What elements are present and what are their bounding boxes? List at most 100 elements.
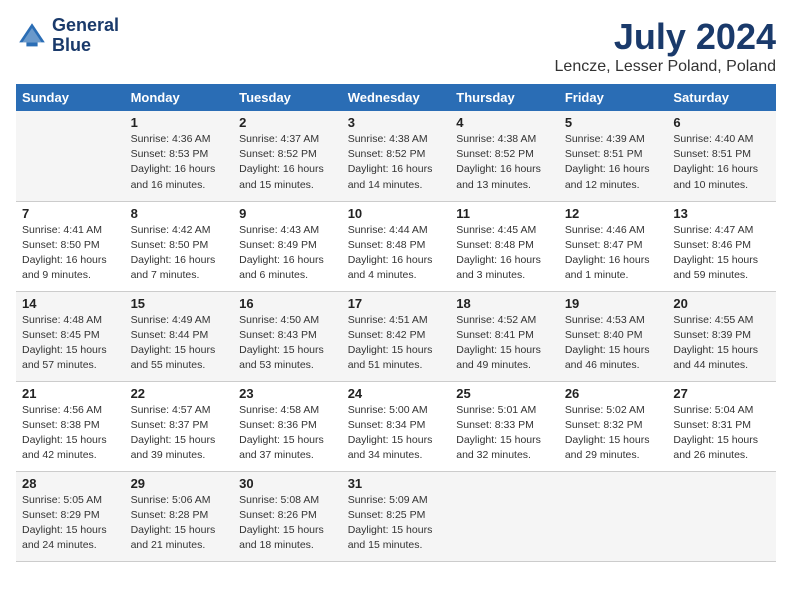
page-header: General Blue July 2024 Lencze, Lesser Po… <box>16 16 776 76</box>
day-info: Sunrise: 5:08 AMSunset: 8:26 PMDaylight:… <box>239 493 336 554</box>
calendar-cell <box>450 471 559 561</box>
day-info: Sunrise: 4:49 AMSunset: 8:44 PMDaylight:… <box>131 313 228 374</box>
calendar-cell: 11 Sunrise: 4:45 AMSunset: 8:48 PMDayligh… <box>450 201 559 291</box>
day-info: Sunrise: 5:04 AMSunset: 8:31 PMDaylight:… <box>673 403 770 464</box>
calendar-cell: 9 Sunrise: 4:43 AMSunset: 8:49 PMDaylight… <box>233 201 342 291</box>
day-number: 24 <box>348 386 445 401</box>
day-number: 8 <box>131 206 228 221</box>
day-number: 27 <box>673 386 770 401</box>
calendar-cell: 12 Sunrise: 4:46 AMSunset: 8:47 PMDayligh… <box>559 201 668 291</box>
day-info: Sunrise: 4:46 AMSunset: 8:47 PMDaylight:… <box>565 223 662 284</box>
day-number: 26 <box>565 386 662 401</box>
calendar-cell: 15 Sunrise: 4:49 AMSunset: 8:44 PMDayligh… <box>125 291 234 381</box>
week-row-3: 14Sunrise: 4:48 AMSunset: 8:45 PMDayligh… <box>16 291 776 381</box>
day-info: Sunrise: 5:05 AMSunset: 8:29 PMDaylight:… <box>22 493 119 554</box>
day-number: 28 <box>22 476 119 491</box>
day-number: 16 <box>239 296 336 311</box>
calendar-cell: 19 Sunrise: 4:53 AMSunset: 8:40 PMDayligh… <box>559 291 668 381</box>
col-wednesday: Wednesday <box>342 84 451 111</box>
day-number: 9 <box>239 206 336 221</box>
day-info: Sunrise: 4:41 AMSunset: 8:50 PMDaylight:… <box>22 223 119 284</box>
logo-text: General Blue <box>52 16 119 56</box>
calendar-cell <box>16 111 125 201</box>
day-info: Sunrise: 4:45 AMSunset: 8:48 PMDaylight:… <box>456 223 553 284</box>
calendar-cell: 30 Sunrise: 5:08 AMSunset: 8:26 PMDayligh… <box>233 471 342 561</box>
week-row-4: 21Sunrise: 4:56 AMSunset: 8:38 PMDayligh… <box>16 381 776 471</box>
day-info: Sunrise: 4:44 AMSunset: 8:48 PMDaylight:… <box>348 223 445 284</box>
day-number: 31 <box>348 476 445 491</box>
day-info: Sunrise: 4:50 AMSunset: 8:43 PMDaylight:… <box>239 313 336 374</box>
day-number: 20 <box>673 296 770 311</box>
day-number: 22 <box>131 386 228 401</box>
day-info: Sunrise: 5:02 AMSunset: 8:32 PMDaylight:… <box>565 403 662 464</box>
day-number: 12 <box>565 206 662 221</box>
day-number: 1 <box>131 115 228 130</box>
calendar-cell: 17Sunrise: 4:51 AMSunset: 8:42 PMDayligh… <box>342 291 451 381</box>
calendar-cell: 8 Sunrise: 4:42 AMSunset: 8:50 PMDaylight… <box>125 201 234 291</box>
day-info: Sunrise: 5:01 AMSunset: 8:33 PMDaylight:… <box>456 403 553 464</box>
day-number: 3 <box>348 115 445 130</box>
calendar-cell: 26 Sunrise: 5:02 AMSunset: 8:32 PMDayligh… <box>559 381 668 471</box>
day-info: Sunrise: 4:58 AMSunset: 8:36 PMDaylight:… <box>239 403 336 464</box>
calendar-cell: 27 Sunrise: 5:04 AMSunset: 8:31 PMDayligh… <box>667 381 776 471</box>
day-number: 5 <box>565 115 662 130</box>
day-info: Sunrise: 4:51 AMSunset: 8:42 PMDaylight:… <box>348 313 445 374</box>
calendar-cell: 6 Sunrise: 4:40 AMSunset: 8:51 PMDaylight… <box>667 111 776 201</box>
calendar-cell: 22 Sunrise: 4:57 AMSunset: 8:37 PMDayligh… <box>125 381 234 471</box>
calendar-cell: 24 Sunrise: 5:00 AMSunset: 8:34 PMDayligh… <box>342 381 451 471</box>
calendar-cell: 4 Sunrise: 4:38 AMSunset: 8:52 PMDaylight… <box>450 111 559 201</box>
calendar-cell: 10Sunrise: 4:44 AMSunset: 8:48 PMDayligh… <box>342 201 451 291</box>
day-number: 19 <box>565 296 662 311</box>
day-info: Sunrise: 4:48 AMSunset: 8:45 PMDaylight:… <box>22 313 119 374</box>
day-number: 13 <box>673 206 770 221</box>
week-row-5: 28 Sunrise: 5:05 AMSunset: 8:29 PMDayligh… <box>16 471 776 561</box>
day-info: Sunrise: 4:53 AMSunset: 8:40 PMDaylight:… <box>565 313 662 374</box>
col-friday: Friday <box>559 84 668 111</box>
header-row: Sunday Monday Tuesday Wednesday Thursday… <box>16 84 776 111</box>
calendar-cell: 18Sunrise: 4:52 AMSunset: 8:41 PMDayligh… <box>450 291 559 381</box>
logo-icon <box>16 20 48 52</box>
calendar-cell: 23Sunrise: 4:58 AMSunset: 8:36 PMDayligh… <box>233 381 342 471</box>
month-title: July 2024 <box>555 16 776 58</box>
day-info: Sunrise: 4:55 AMSunset: 8:39 PMDaylight:… <box>673 313 770 374</box>
day-number: 29 <box>131 476 228 491</box>
day-info: Sunrise: 4:56 AMSunset: 8:38 PMDaylight:… <box>22 403 119 464</box>
logo-line2: Blue <box>52 36 119 56</box>
calendar-cell: 28 Sunrise: 5:05 AMSunset: 8:29 PMDayligh… <box>16 471 125 561</box>
day-info: Sunrise: 4:37 AMSunset: 8:52 PMDaylight:… <box>239 132 336 193</box>
col-thursday: Thursday <box>450 84 559 111</box>
calendar-cell: 13 Sunrise: 4:47 AMSunset: 8:46 PMDayligh… <box>667 201 776 291</box>
calendar-cell: 16 Sunrise: 4:50 AMSunset: 8:43 PMDayligh… <box>233 291 342 381</box>
day-number: 6 <box>673 115 770 130</box>
day-number: 18 <box>456 296 553 311</box>
day-number: 11 <box>456 206 553 221</box>
calendar-cell <box>667 471 776 561</box>
day-info: Sunrise: 4:57 AMSunset: 8:37 PMDaylight:… <box>131 403 228 464</box>
day-number: 7 <box>22 206 119 221</box>
day-info: Sunrise: 4:43 AMSunset: 8:49 PMDaylight:… <box>239 223 336 284</box>
day-info: Sunrise: 5:06 AMSunset: 8:28 PMDaylight:… <box>131 493 228 554</box>
day-info: Sunrise: 4:40 AMSunset: 8:51 PMDaylight:… <box>673 132 770 193</box>
calendar-cell: 14Sunrise: 4:48 AMSunset: 8:45 PMDayligh… <box>16 291 125 381</box>
day-info: Sunrise: 4:38 AMSunset: 8:52 PMDaylight:… <box>456 132 553 193</box>
day-info: Sunrise: 4:42 AMSunset: 8:50 PMDaylight:… <box>131 223 228 284</box>
day-number: 25 <box>456 386 553 401</box>
day-info: Sunrise: 5:00 AMSunset: 8:34 PMDaylight:… <box>348 403 445 464</box>
calendar-cell: 2 Sunrise: 4:37 AMSunset: 8:52 PMDaylight… <box>233 111 342 201</box>
day-number: 2 <box>239 115 336 130</box>
day-number: 4 <box>456 115 553 130</box>
week-row-2: 7 Sunrise: 4:41 AMSunset: 8:50 PMDaylight… <box>16 201 776 291</box>
day-info: Sunrise: 4:38 AMSunset: 8:52 PMDaylight:… <box>348 132 445 193</box>
logo: General Blue <box>16 16 119 56</box>
day-number: 30 <box>239 476 336 491</box>
week-row-1: 1 Sunrise: 4:36 AMSunset: 8:53 PMDaylight… <box>16 111 776 201</box>
day-info: Sunrise: 4:47 AMSunset: 8:46 PMDaylight:… <box>673 223 770 284</box>
day-info: Sunrise: 4:36 AMSunset: 8:53 PMDaylight:… <box>131 132 228 193</box>
calendar-cell: 29 Sunrise: 5:06 AMSunset: 8:28 PMDayligh… <box>125 471 234 561</box>
day-number: 15 <box>131 296 228 311</box>
calendar-cell: 3 Sunrise: 4:38 AMSunset: 8:52 PMDaylight… <box>342 111 451 201</box>
calendar-cell: 5Sunrise: 4:39 AMSunset: 8:51 PMDaylight… <box>559 111 668 201</box>
calendar-body: 1 Sunrise: 4:36 AMSunset: 8:53 PMDaylight… <box>16 111 776 561</box>
calendar-cell: 7 Sunrise: 4:41 AMSunset: 8:50 PMDaylight… <box>16 201 125 291</box>
calendar-cell: 20 Sunrise: 4:55 AMSunset: 8:39 PMDayligh… <box>667 291 776 381</box>
